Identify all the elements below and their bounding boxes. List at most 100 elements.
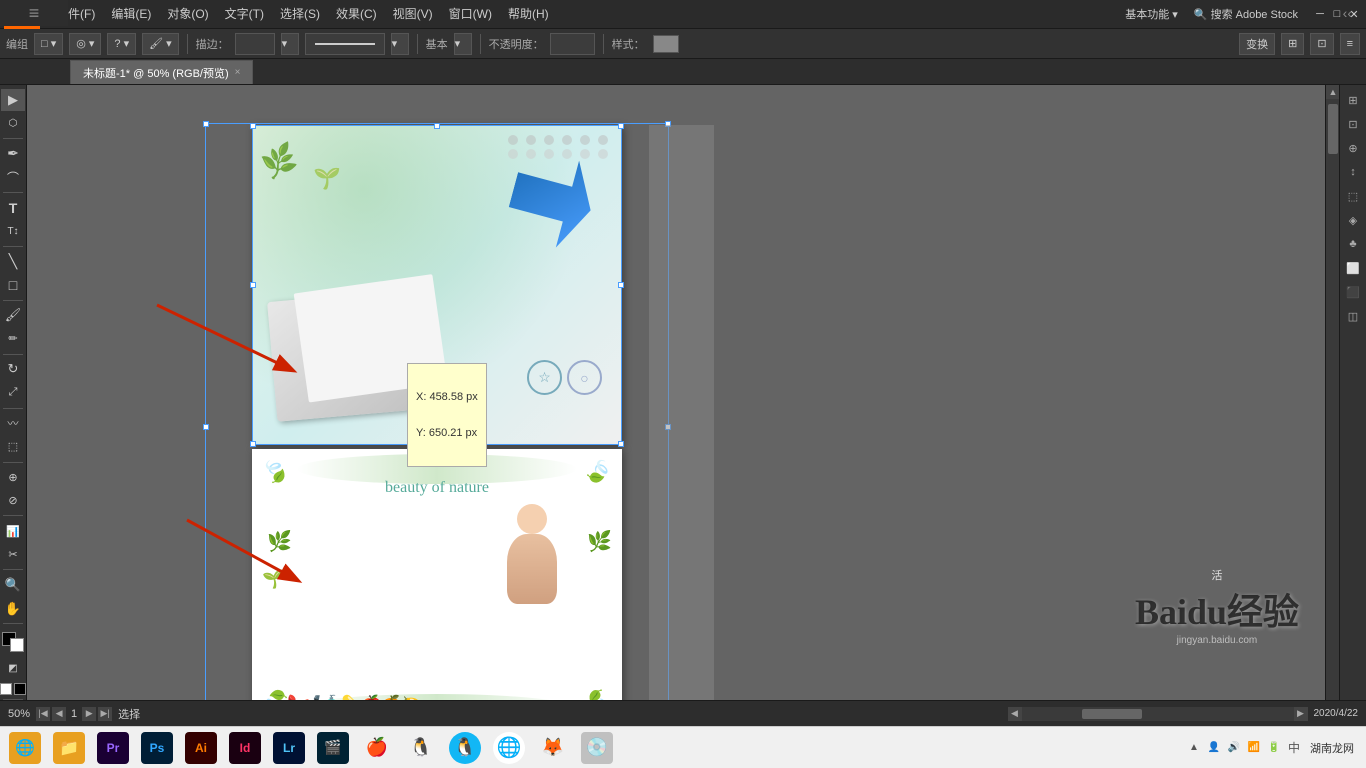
rp-icon-2[interactable]: ⊡ (1342, 113, 1364, 135)
tool-rotate[interactable]: ↻ (1, 359, 25, 381)
taskbar-files[interactable]: 📁 (48, 729, 90, 767)
stroke-chevron[interactable]: ▾ (281, 33, 299, 55)
taskbar-app-fruit[interactable]: 🍎 (356, 729, 398, 767)
h-scroll-thumb[interactable] (1082, 709, 1142, 719)
tool-live-paint[interactable]: ⊘ (1, 490, 25, 512)
scroll-up-btn[interactable]: ▲ (1326, 85, 1339, 99)
rp-icon-10[interactable]: ◫ (1342, 305, 1364, 327)
shape-tool-btn[interactable]: □ ▾ (34, 33, 63, 55)
align-icon[interactable]: ⊞ (1281, 33, 1304, 55)
stroke-input[interactable] (235, 33, 275, 55)
tool-color-fg-bg[interactable] (2, 632, 24, 652)
arrange-icon[interactable]: ⊡ (1310, 33, 1333, 55)
menu-effect[interactable]: 效果(C) (328, 0, 385, 29)
rp-icon-1[interactable]: ⊞ (1342, 89, 1364, 111)
taskbar-chrome[interactable]: 🌐 (488, 729, 530, 767)
basic-chevron[interactable]: ▾ (454, 33, 472, 55)
background-color[interactable] (10, 638, 24, 652)
tool-pen[interactable]: ✒ (1, 143, 25, 165)
h-scroll-right[interactable]: ▶ (1294, 707, 1308, 721)
tool-type[interactable]: T (1, 197, 25, 219)
menu-icon[interactable]: ≡ (1340, 33, 1360, 55)
menu-object[interactable]: 对象(O) (159, 0, 216, 29)
sys-volume[interactable]: 🔊 (1226, 740, 1242, 756)
rp-icon-8[interactable]: ⬜ (1342, 257, 1364, 279)
nav-prev[interactable]: ◀ (52, 707, 66, 721)
nav-last[interactable]: ▶| (98, 707, 112, 721)
h-scroll-left[interactable]: ◀ (1008, 707, 1022, 721)
taskbar-media-encoder[interactable]: 🎬 (312, 729, 354, 767)
taskbar-browser[interactable]: 🌐 (4, 729, 46, 767)
workspace-switcher[interactable]: 基本功能 ▾ (1119, 6, 1184, 22)
tool-warp[interactable]: 〰 (1, 413, 25, 435)
nav-first[interactable]: |◀ (36, 707, 50, 721)
style-swatch[interactable] (653, 35, 679, 53)
sys-battery[interactable]: 🔋 (1266, 740, 1282, 756)
multi-handle-tr[interactable] (665, 121, 671, 127)
tool-touch-type[interactable]: T↕ (1, 220, 25, 242)
taskbar-qq[interactable]: 🐧 (444, 729, 486, 767)
tool-chart[interactable]: 📊 (1, 520, 25, 542)
multi-handle-mr[interactable] (665, 424, 671, 430)
taskbar-indesign[interactable]: Id (224, 729, 266, 767)
menu-window[interactable]: 窗口(W) (441, 0, 500, 29)
options-btn2[interactable]: ◎ ▾ (69, 33, 101, 55)
rp-icon-7[interactable]: ♣ (1342, 233, 1364, 255)
search-stock[interactable]: 🔍 搜索 Adobe Stock (1188, 6, 1304, 22)
tool-selection[interactable]: ▶ (1, 89, 25, 111)
multi-handle-tl[interactable] (203, 121, 209, 127)
document-tab[interactable]: 未标题-1* @ 50% (RGB/预览) × (70, 60, 253, 84)
scroll-thumb[interactable] (1328, 104, 1338, 154)
sys-lang[interactable]: 中 (1286, 740, 1302, 756)
scroll-track[interactable] (1326, 99, 1339, 712)
rp-icon-6[interactable]: ◈ (1342, 209, 1364, 231)
menu-help[interactable]: 帮助(H) (500, 0, 557, 29)
window-minimize[interactable]: ─ (1312, 6, 1328, 22)
tool-blob-brush[interactable]: ✏ (1, 328, 25, 350)
multi-handle-ml[interactable] (203, 424, 209, 430)
stroke-line-chevron[interactable]: ▾ (391, 33, 409, 55)
tool-direct-selection[interactable]: ⬡ (1, 113, 25, 135)
tool-stroke-none[interactable] (14, 683, 26, 695)
tool-curvature[interactable]: ⌒ (1, 166, 25, 188)
tool-rect[interactable]: □ (1, 274, 25, 296)
options-btn3[interactable]: ? ▾ (107, 33, 136, 55)
taskbar-disc[interactable]: 💿 (576, 729, 618, 767)
menu-text[interactable]: 文字(T) (217, 0, 272, 29)
opacity-input[interactable]: 100% (550, 33, 595, 55)
tool-zoom[interactable]: 🔍 (1, 574, 25, 596)
tool-line[interactable]: ╲ (1, 251, 25, 273)
rp-icon-4[interactable]: ↕ (1342, 161, 1364, 183)
rp-icon-9[interactable]: ⬛ (1342, 281, 1364, 303)
canvas-area[interactable]: ☆ ○ ⌣⌣ 🌿 🌱 (27, 85, 1339, 726)
tool-slice[interactable]: ✂ (1, 544, 25, 566)
tab-left-arrow[interactable]: ‹‹ (1343, 5, 1352, 21)
tool-fill-none[interactable] (0, 683, 12, 695)
tool-scale[interactable]: ⤢ (1, 382, 25, 404)
taskbar-firefox[interactable]: 🦊 (532, 729, 574, 767)
tab-close-btn[interactable]: × (235, 67, 241, 78)
tool-color-mode[interactable]: ◩ (1, 658, 25, 680)
tool-hand[interactable]: ✋ (1, 598, 25, 620)
menu-select[interactable]: 选择(S) (272, 0, 328, 29)
taskbar-illustrator[interactable]: Ai (180, 729, 222, 767)
tool-free-transform[interactable]: ⬚ (1, 436, 25, 458)
taskbar-lightroom[interactable]: Lr (268, 729, 310, 767)
transform-btn[interactable]: 变换 (1239, 33, 1275, 55)
taskbar-photoshop[interactable]: Ps (136, 729, 178, 767)
tool-paintbrush[interactable]: 🖌 (1, 305, 25, 327)
sys-person[interactable]: 👤 (1206, 740, 1222, 756)
sys-expand[interactable]: ▲ (1186, 740, 1202, 756)
vertical-scrollbar[interactable]: ▲ ▼ (1325, 85, 1339, 726)
sys-network[interactable]: 📶 (1246, 740, 1262, 756)
menu-view[interactable]: 视图(V) (385, 0, 441, 29)
paint-brush-btn[interactable]: 🖌 ▾ (142, 33, 179, 55)
nav-next[interactable]: ▶ (82, 707, 96, 721)
menu-edit[interactable]: 编辑(E) (103, 0, 159, 29)
taskbar-premiere[interactable]: Pr (92, 729, 134, 767)
h-scroll-track[interactable] (1022, 707, 1294, 721)
tool-shape-builder[interactable]: ⊕ (1, 466, 25, 488)
rp-icon-3[interactable]: ⊕ (1342, 137, 1364, 159)
taskbar-app-9[interactable]: 🐧 (400, 729, 442, 767)
rp-icon-5[interactable]: ⬚ (1342, 185, 1364, 207)
